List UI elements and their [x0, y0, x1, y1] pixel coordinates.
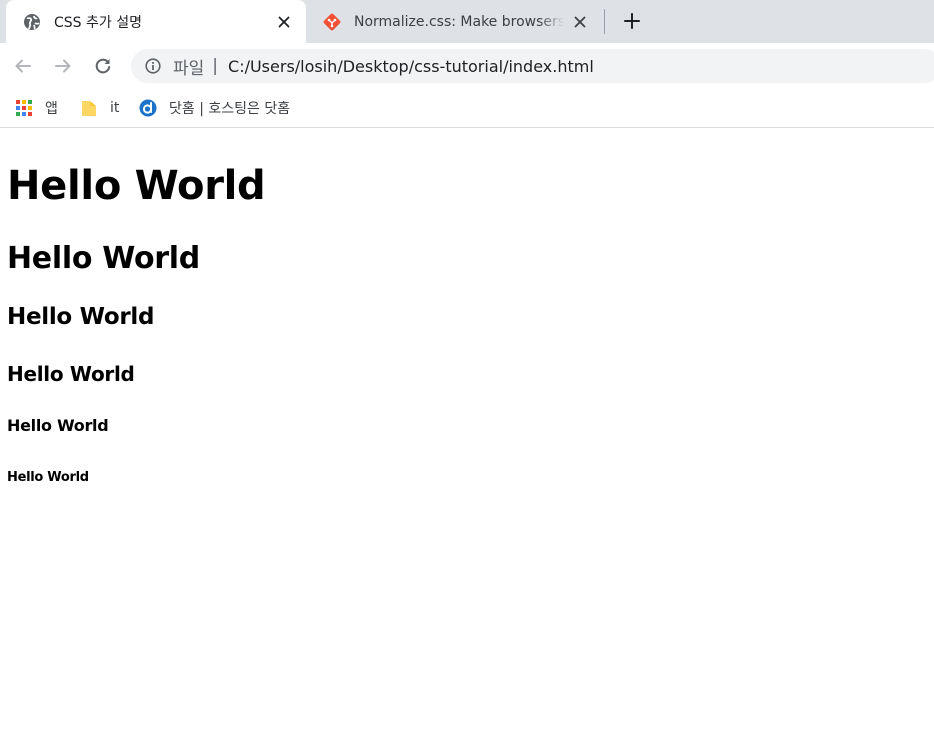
bookmark-label: 앱 [45, 101, 58, 117]
folder-icon [80, 99, 98, 117]
bookmark-apps[interactable]: 앱 [15, 94, 58, 122]
page-content: Hello World Hello World Hello World Hell… [0, 129, 934, 729]
tab-title: Normalize.css: Make browsers render all … [354, 13, 564, 30]
bookmark-folder-it[interactable]: it [80, 94, 119, 122]
tab-normalize[interactable]: Normalize.css: Make browsers render all … [306, 0, 602, 43]
heading-h4: Hello World [7, 362, 135, 386]
bookmark-label: it [110, 100, 120, 116]
git-diamond-icon [322, 12, 342, 32]
tab-css-intro[interactable]: CSS 추가 설명 [6, 0, 306, 43]
bookmark-label: 닷홈 | 호스팅은 닷홈 [169, 101, 291, 117]
address-bar[interactable]: 파일 | C:/Users/losih/Desktop/css-tutorial… [131, 49, 934, 83]
close-icon[interactable] [570, 12, 590, 32]
heading-h6: Hello World [7, 470, 89, 485]
heading-h2: Hello World [7, 241, 200, 276]
plus-icon[interactable] [618, 7, 646, 35]
arrow-left-icon[interactable] [8, 51, 38, 81]
browser-toolbar: 파일 | C:/Users/losih/Desktop/css-tutorial… [0, 43, 934, 88]
bookmarks-bar: 앱 it 닷홈 | 호스팅은 닷홈 [0, 88, 934, 128]
url-scheme-label: 파일 [173, 58, 205, 79]
url-text[interactable]: C:/Users/losih/Desktop/css-tutorial/inde… [228, 57, 594, 76]
tab-separator [604, 9, 605, 34]
info-icon[interactable] [144, 57, 162, 75]
arrow-right-icon[interactable] [48, 51, 78, 81]
reload-icon[interactable] [88, 51, 118, 81]
heading-h5: Hello World [7, 416, 109, 435]
bookmark-dothome[interactable]: 닷홈 | 호스팅은 닷홈 [139, 94, 290, 122]
globe-icon [22, 12, 42, 32]
tab-strip: CSS 추가 설명 Normalize.css: Make browsers r… [0, 0, 934, 43]
url-divider: | [212, 56, 219, 76]
dothome-icon [139, 99, 157, 117]
heading-h3: Hello World [7, 304, 155, 330]
heading-h1: Hello World [7, 163, 266, 209]
close-icon[interactable] [274, 12, 294, 32]
apps-grid-icon [15, 99, 33, 117]
tab-title: CSS 추가 설명 [54, 14, 142, 31]
